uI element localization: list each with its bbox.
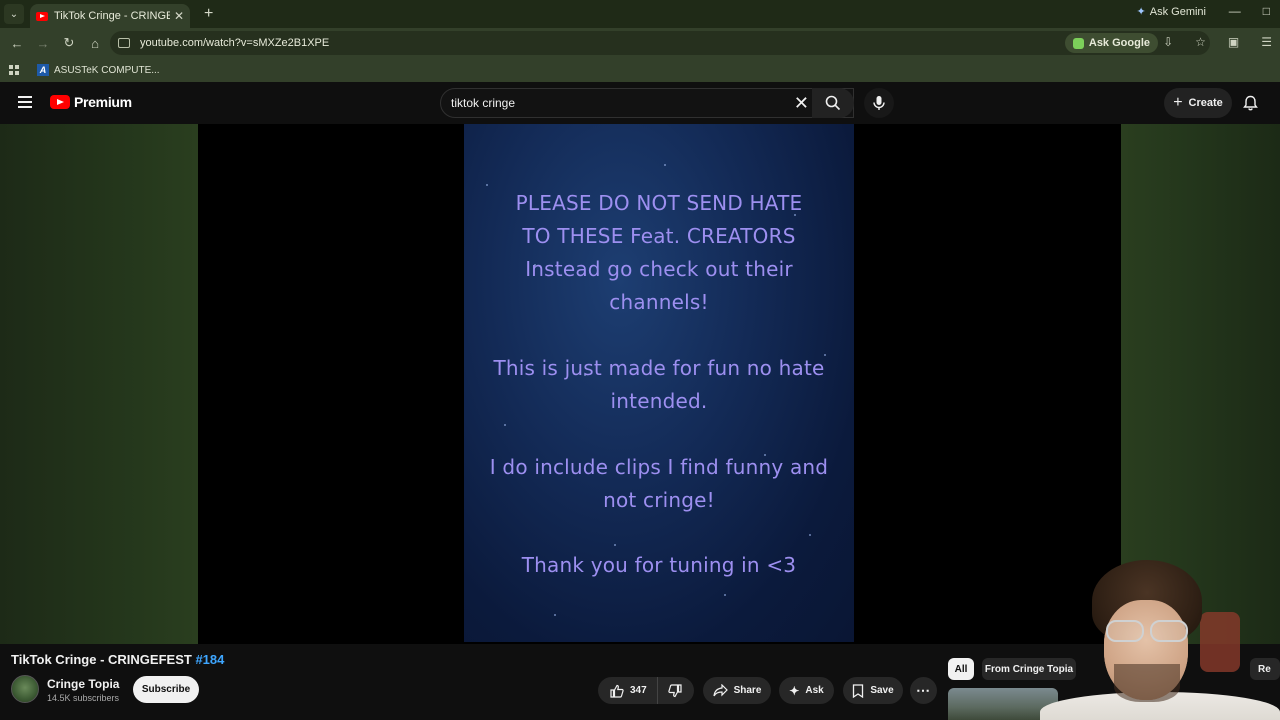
forward-icon[interactable]: → [30,36,56,51]
sparkle-icon: ✦ [789,683,800,698]
channel-avatar[interactable] [11,675,39,703]
create-label: Create [1188,97,1223,109]
chip-all[interactable]: All [948,658,974,680]
apps-grid-icon[interactable] [9,65,19,75]
webcam-overlay [1040,552,1280,720]
overlay-text-line: Instead go check out their [525,257,793,281]
menu-icon[interactable] [18,96,32,108]
save-playlist-icon [853,683,864,698]
hashtag-link[interactable]: #184 [195,652,224,667]
video-player[interactable]: PLEASE DO NOT SEND HATE TO THESE Feat. C… [198,124,1121,644]
toolbar-icons: ⇩ ☆ ▣ ☰ [1163,35,1272,49]
search-button[interactable] [812,88,854,118]
address-bar[interactable]: youtube.com/watch?v=sMXZe2B1XPE [110,31,1210,55]
minimize-icon[interactable]: — [1229,4,1241,18]
video-frame: PLEASE DO NOT SEND HATE TO THESE Feat. C… [464,124,854,642]
save-button[interactable]: Save [843,677,903,704]
dislike-button[interactable] [658,683,682,698]
more-actions-button[interactable]: ⋯ [910,677,937,704]
search-icon [825,95,841,111]
youtube-premium-logo[interactable]: Premium [50,94,132,110]
like-count: 347 [630,685,647,696]
browser-tabstrip: ⌄ TikTok Cringe - CRINGEFEST #1 ✕ + ✦ As… [0,0,1280,28]
url-text: youtube.com/watch?v=sMXZe2B1XPE [140,37,330,49]
overlay-text-line: intended. [610,389,708,413]
share-arrow-icon [712,684,728,697]
home-icon[interactable]: ⌂ [82,36,108,51]
tab-title: TikTok Cringe - CRINGEFEST #1 [54,10,170,22]
ambient-glow-left [0,124,198,644]
logo-text: Premium [74,94,132,110]
search-query: tiktok cringe [451,96,516,110]
browser-toolbar: ← → ↻ ⌂ youtube.com/watch?v=sMXZe2B1XPE … [0,28,1280,58]
webcam-person-glasses [1102,620,1192,642]
video-title: TikTok Cringe - CRINGEFEST #184 [11,652,224,667]
ask-gemini-label: Ask Gemini [1149,5,1206,18]
search-input[interactable]: tiktok cringe ✕ [440,88,854,118]
save-label: Save [870,685,894,696]
notifications-bell-icon[interactable] [1243,95,1258,111]
plus-icon: + [1173,94,1183,111]
youtube-play-icon [50,95,70,109]
create-button[interactable]: + Create [1164,88,1232,118]
new-tab-icon[interactable]: + [204,5,213,23]
ask-label: Ask [805,685,824,696]
window-controls: — □ [1229,4,1270,18]
bookmark-label: ASUSTeK COMPUTE... [54,64,160,76]
overlay-text-line: channels! [609,290,709,314]
more-horizontal-icon: ⋯ [916,682,931,698]
webcam-background [1200,612,1240,672]
share-button[interactable]: Share [703,677,771,704]
bookmark-asus[interactable]: A ASUSTeK COMPUTE... [37,64,160,76]
video-title-text: TikTok Cringe - CRINGEFEST [11,652,192,667]
microphone-icon [873,96,885,110]
site-info-icon[interactable] [118,38,130,48]
youtube-favicon-icon [36,11,48,21]
bookmarks-bar: A ASUSTeK COMPUTE... [0,58,1280,82]
chevron-down-icon: ⌄ [9,8,19,20]
ask-button[interactable]: ✦ Ask [779,677,834,704]
ask-google-button[interactable]: Ask Google [1064,33,1158,53]
screen: ⌄ TikTok Cringe - CRINGEFEST #1 ✕ + ✦ As… [0,0,1280,720]
ask-gemini-button[interactable]: ✦ Ask Gemini [1136,5,1206,19]
google-lens-icon [1072,37,1084,49]
share-label: Share [733,685,762,696]
thumbs-up-icon [610,684,624,698]
overlay-text-line: Thank you for tuning in <3 [521,553,797,577]
like-dislike-group: 347 [598,677,694,704]
subscribe-button[interactable]: Subscribe [133,676,199,703]
profile-menu-icon[interactable]: ☰ [1261,35,1272,49]
gemini-sparkle-icon: ✦ [1136,6,1146,18]
thumbs-down-icon [668,683,682,697]
overlay-text-line: PLEASE DO NOT SEND HATE [515,191,803,215]
extensions-icon[interactable]: ▣ [1228,35,1239,49]
clear-search-icon[interactable]: ✕ [794,94,809,112]
install-icon[interactable]: ⇩ [1163,35,1173,49]
asus-favicon-icon: A [37,64,49,76]
overlay-text-line: I do include clips I find funny and [489,455,829,479]
bookmark-star-icon[interactable]: ☆ [1195,35,1206,49]
tab-search-menu[interactable]: ⌄ [4,4,24,24]
webcam-person-beard [1114,664,1180,702]
ask-google-label: Ask Google [1088,37,1150,49]
close-tab-icon[interactable]: ✕ [174,9,184,23]
reload-icon[interactable]: ↻ [56,35,82,51]
overlay-text-line: not cringe! [603,488,715,512]
maximize-icon[interactable]: □ [1263,4,1270,18]
overlay-text-line: This is just made for fun no hate [493,356,825,380]
back-icon[interactable]: ← [4,36,30,51]
subscriber-count: 14.5K subscribers [47,693,120,703]
browser-tab-active[interactable]: TikTok Cringe - CRINGEFEST #1 ✕ [30,4,190,28]
overlay-text-line: TO THESE Feat. CREATORS [522,224,796,248]
youtube-header: Premium tiktok cringe ✕ + Create [0,82,1280,124]
like-button[interactable]: 347 [598,677,658,704]
channel-name[interactable]: Cringe Topia [47,677,119,691]
voice-search-button[interactable] [864,88,894,118]
